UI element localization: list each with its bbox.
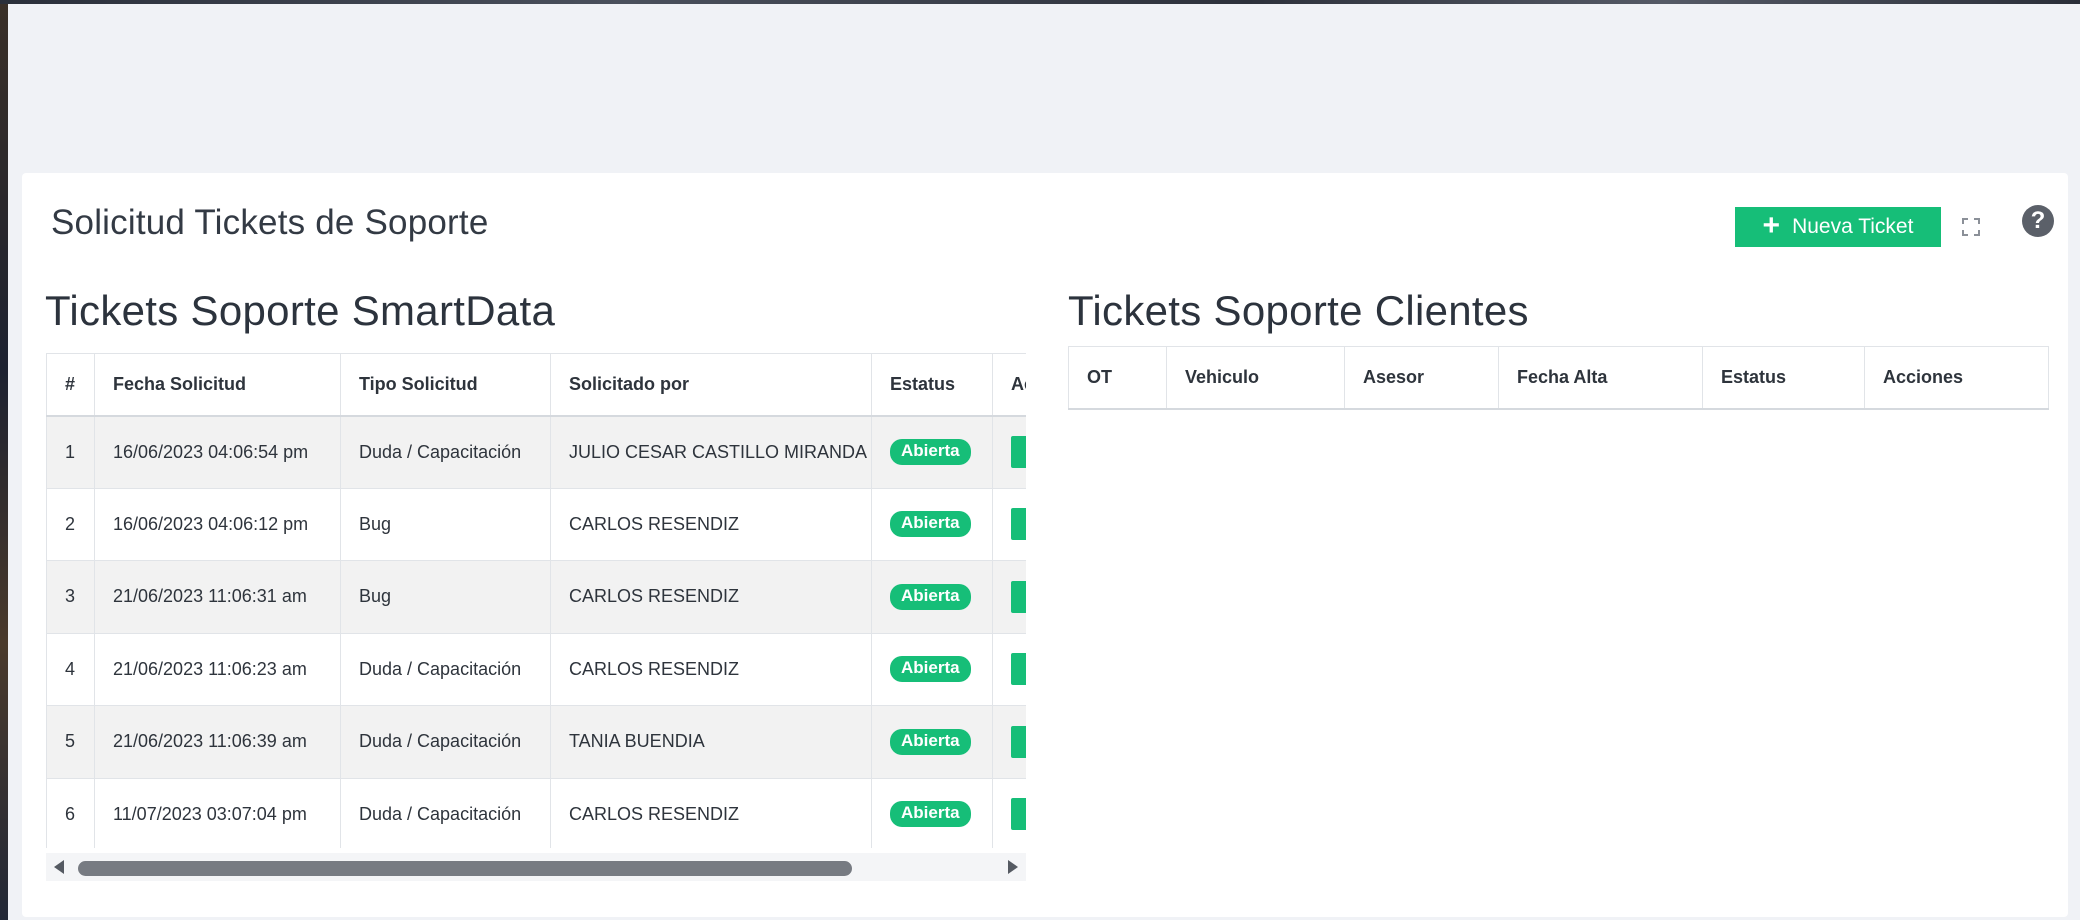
row-solicitado: CARLOS RESENDIZ: [550, 560, 872, 634]
column-header-number[interactable]: #: [46, 353, 95, 417]
row-number: 1: [46, 415, 95, 489]
row-number: 2: [46, 487, 95, 561]
row-tipo: Bug: [340, 560, 551, 634]
table-header-row: # Fecha Solicitud Tipo Solicitud Solicit…: [46, 353, 1026, 417]
row-fecha: 16/06/2023 04:06:12 pm: [94, 487, 341, 561]
row-fecha: 21/06/2023 11:06:23 am: [94, 632, 341, 706]
column-header-asesor[interactable]: Asesor: [1344, 346, 1499, 410]
table-row: 5 21/06/2023 11:06:39 am Duda / Capacita…: [46, 705, 1026, 779]
row-tipo: Duda / Capacitación: [340, 705, 551, 779]
row-estatus: Abierta: [871, 487, 993, 561]
row-fecha: 21/06/2023 11:06:31 am: [94, 560, 341, 634]
row-number: 3: [46, 560, 95, 634]
row-solicitado: CARLOS RESENDIZ: [550, 632, 872, 706]
table-row: 4 21/06/2023 11:06:23 am Duda / Capacita…: [46, 632, 1026, 706]
table-row: 1 16/06/2023 04:06:54 pm Duda / Capacita…: [46, 415, 1026, 489]
row-solicitado: JULIO CESAR CASTILLO MIRANDA: [550, 415, 872, 489]
scroll-right-icon[interactable]: [1008, 860, 1018, 874]
row-number: 4: [46, 632, 95, 706]
scroll-left-icon[interactable]: [54, 860, 64, 874]
scrollbar-thumb[interactable]: [78, 861, 852, 876]
plus-icon: +: [1762, 208, 1781, 242]
page-title: Solicitud Tickets de Soporte: [51, 203, 489, 242]
row-number: 6: [46, 777, 95, 848]
row-tipo: Duda / Capacitación: [340, 777, 551, 848]
column-header-fecha-alta[interactable]: Fecha Alta: [1498, 346, 1703, 410]
row-acciones: [992, 705, 1026, 779]
column-header-estatus[interactable]: Estatus: [1702, 346, 1865, 410]
row-acciones: [992, 560, 1026, 634]
clientes-section-title: Tickets Soporte Clientes: [1068, 287, 1529, 334]
row-fecha: 21/06/2023 11:06:39 am: [94, 705, 341, 779]
column-header-fecha-solicitud[interactable]: Fecha Solicitud: [94, 353, 341, 417]
row-acciones: [992, 487, 1026, 561]
column-header-solicitado-por[interactable]: Solicitado por: [550, 353, 872, 417]
row-estatus: Abierta: [871, 777, 993, 848]
new-ticket-button[interactable]: + Nueva Ticket: [1735, 207, 1941, 247]
row-acciones: [992, 777, 1026, 848]
horizontal-scrollbar[interactable]: [46, 853, 1026, 881]
row-fecha: 16/06/2023 04:06:54 pm: [94, 415, 341, 489]
column-header-estatus[interactable]: Estatus: [871, 353, 993, 417]
row-estatus: Abierta: [871, 705, 993, 779]
question-circle-icon[interactable]: ?: [2022, 205, 2054, 237]
row-tipo: Duda / Capacitación: [340, 632, 551, 706]
status-badge: Abierta: [890, 728, 971, 755]
column-header-ot[interactable]: OT: [1068, 346, 1167, 410]
status-badge: Abierta: [890, 439, 971, 465]
smartdata-table-container[interactable]: # Fecha Solicitud Tipo Solicitud Solicit…: [46, 353, 1026, 848]
row-estatus: Abierta: [871, 415, 993, 489]
row-action-button[interactable]: [1011, 725, 1026, 758]
expand-icon[interactable]: [1961, 217, 1981, 237]
column-header-acciones[interactable]: Acciones: [1864, 346, 2049, 410]
background-edge: [0, 0, 8, 920]
table-row: 3 21/06/2023 11:06:31 am Bug CARLOS RESE…: [46, 560, 1026, 634]
status-badge: Abierta: [890, 511, 971, 538]
row-acciones: [992, 415, 1026, 489]
row-action-button[interactable]: [1011, 653, 1026, 686]
row-fecha: 11/07/2023 03:07:04 pm: [94, 777, 341, 848]
row-acciones: [992, 632, 1026, 706]
row-action-button[interactable]: [1011, 580, 1026, 613]
column-header-tipo-solicitud[interactable]: Tipo Solicitud: [340, 353, 551, 417]
column-header-vehiculo[interactable]: Vehiculo: [1166, 346, 1345, 410]
support-tickets-card: Solicitud Tickets de Soporte + Nueva Tic…: [22, 173, 2068, 917]
smartdata-section-title: Tickets Soporte SmartData: [45, 287, 556, 334]
row-estatus: Abierta: [871, 632, 993, 706]
column-header-acciones[interactable]: Acciones: [992, 353, 1026, 417]
row-estatus: Abierta: [871, 560, 993, 634]
smartdata-table: # Fecha Solicitud Tipo Solicitud Solicit…: [46, 353, 1026, 848]
status-badge: Abierta: [890, 801, 971, 828]
row-action-button[interactable]: [1011, 508, 1026, 541]
clientes-table: OT Vehiculo Asesor Fecha Alta Estatus Ac…: [1068, 346, 2049, 410]
row-solicitado: CARLOS RESENDIZ: [550, 487, 872, 561]
row-solicitado: CARLOS RESENDIZ: [550, 777, 872, 848]
table-row: 2 16/06/2023 04:06:12 pm Bug CARLOS RESE…: [46, 487, 1026, 561]
app-content: Solicitud Tickets de Soporte + Nueva Tic…: [8, 4, 2080, 920]
new-ticket-label: Nueva Ticket: [1792, 215, 1914, 238]
status-badge: Abierta: [890, 583, 971, 610]
row-solicitado: TANIA BUENDIA: [550, 705, 872, 779]
row-tipo: Duda / Capacitación: [340, 415, 551, 489]
table-row: 6 11/07/2023 03:07:04 pm Duda / Capacita…: [46, 777, 1026, 848]
row-tipo: Bug: [340, 487, 551, 561]
row-action-button[interactable]: [1011, 436, 1026, 468]
status-badge: Abierta: [890, 656, 971, 683]
table-header-row: OT Vehiculo Asesor Fecha Alta Estatus Ac…: [1068, 346, 2049, 410]
row-action-button[interactable]: [1011, 798, 1026, 831]
row-number: 5: [46, 705, 95, 779]
